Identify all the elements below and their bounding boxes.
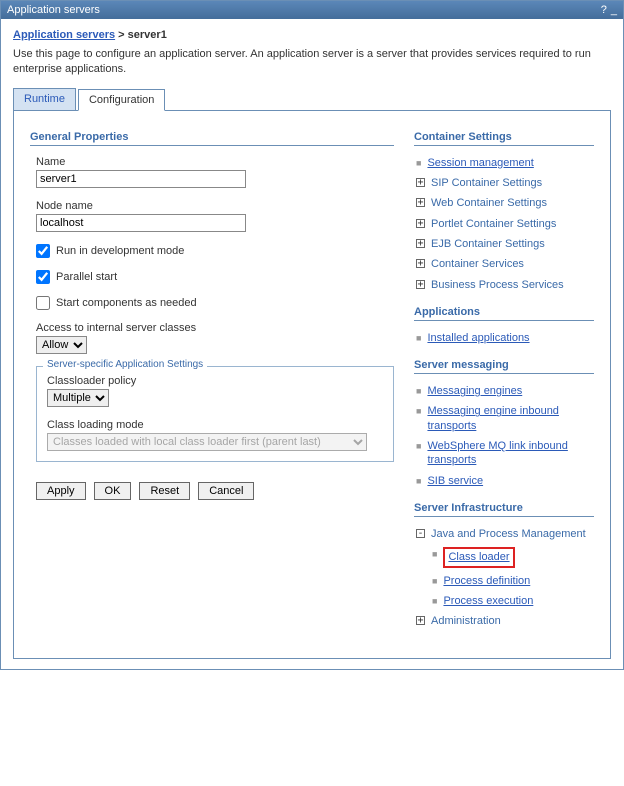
classloader-policy-label: Classloader policy <box>47 375 383 387</box>
cancel-button[interactable]: Cancel <box>198 482 254 500</box>
server-messaging-heading: Server messaging <box>414 359 594 374</box>
plus-icon[interactable]: + <box>416 219 425 228</box>
minimize-icon[interactable]: _ <box>611 4 617 16</box>
window-title: Application servers <box>7 4 100 16</box>
mq-inbound-link[interactable]: WebSphere MQ link inbound transports <box>427 439 594 468</box>
applications-heading: Applications <box>414 306 594 321</box>
sib-service-link[interactable]: SIB service <box>427 474 483 488</box>
start-components-label: Start components as needed <box>56 297 197 309</box>
titlebar: Application servers ? _ <box>1 1 623 19</box>
tab-runtime[interactable]: Runtime <box>13 88 76 110</box>
bullet-icon: ■ <box>416 441 421 453</box>
dev-mode-label: Run in development mode <box>56 245 184 257</box>
java-process-link[interactable]: Java and Process Management <box>431 527 586 541</box>
bullet-icon: ■ <box>432 596 437 608</box>
messaging-inbound-link[interactable]: Messaging engine inbound transports <box>427 404 594 433</box>
bullet-icon: ■ <box>416 386 421 398</box>
installed-apps-link[interactable]: Installed applications <box>427 331 529 345</box>
server-specific-heading: Server-specific Application Settings <box>43 359 207 370</box>
plus-icon[interactable]: + <box>416 616 425 625</box>
name-label: Name <box>36 156 394 168</box>
general-heading: General Properties <box>30 131 394 146</box>
access-select[interactable]: Allow <box>36 336 87 354</box>
name-input[interactable] <box>36 170 246 188</box>
plus-icon[interactable]: + <box>416 239 425 248</box>
plus-icon[interactable]: + <box>416 280 425 289</box>
process-execution-link[interactable]: Process execution <box>443 594 533 608</box>
bullet-icon: ■ <box>416 476 421 488</box>
start-components-checkbox[interactable] <box>36 296 50 310</box>
help-icon[interactable]: ? <box>601 4 607 16</box>
breadcrumb: Application servers > server1 <box>13 29 611 41</box>
ejb-container-link[interactable]: EJB Container Settings <box>431 237 545 251</box>
tabs: Runtime Configuration <box>13 88 611 111</box>
plus-icon[interactable]: + <box>416 198 425 207</box>
access-label: Access to internal server classes <box>36 322 394 334</box>
class-loading-mode-label: Class loading mode <box>47 419 383 431</box>
node-input[interactable] <box>36 214 246 232</box>
administration-link[interactable]: Administration <box>431 614 501 628</box>
apply-button[interactable]: Apply <box>36 482 86 500</box>
breadcrumb-current: server1 <box>128 29 167 41</box>
bullet-icon: ■ <box>416 158 421 170</box>
plus-icon[interactable]: + <box>416 178 425 187</box>
breadcrumb-link[interactable]: Application servers <box>13 29 115 41</box>
web-container-link[interactable]: Web Container Settings <box>431 196 547 210</box>
parallel-checkbox[interactable] <box>36 270 50 284</box>
bullet-icon: ■ <box>416 406 421 418</box>
class-loading-mode-select: Classes loaded with local class loader f… <box>47 433 367 451</box>
bullet-icon: ■ <box>416 333 421 345</box>
class-loader-link[interactable]: Class loader <box>448 551 509 563</box>
session-management-link[interactable]: Session management <box>427 156 533 170</box>
classloader-policy-select[interactable]: Multiple <box>47 389 109 407</box>
business-process-link[interactable]: Business Process Services <box>431 278 564 292</box>
node-label: Node name <box>36 200 394 212</box>
tab-configuration[interactable]: Configuration <box>78 89 165 111</box>
container-services-link[interactable]: Container Services <box>431 257 524 271</box>
reset-button[interactable]: Reset <box>139 482 190 500</box>
page-description: Use this page to configure an applicatio… <box>13 47 611 78</box>
class-loader-highlight: Class loader <box>443 547 514 567</box>
plus-icon[interactable]: + <box>416 259 425 268</box>
messaging-engines-link[interactable]: Messaging engines <box>427 384 522 398</box>
portlet-container-link[interactable]: Portlet Container Settings <box>431 217 556 231</box>
bullet-icon: ■ <box>432 549 437 561</box>
process-definition-link[interactable]: Process definition <box>443 574 530 588</box>
parallel-label: Parallel start <box>56 271 117 283</box>
sip-container-link[interactable]: SIP Container Settings <box>431 176 542 190</box>
minus-icon[interactable]: - <box>416 529 425 538</box>
ok-button[interactable]: OK <box>94 482 132 500</box>
bullet-icon: ■ <box>432 576 437 588</box>
breadcrumb-sep: > <box>118 29 124 41</box>
dev-mode-checkbox[interactable] <box>36 244 50 258</box>
server-infra-heading: Server Infrastructure <box>414 502 594 517</box>
container-settings-heading: Container Settings <box>414 131 594 146</box>
